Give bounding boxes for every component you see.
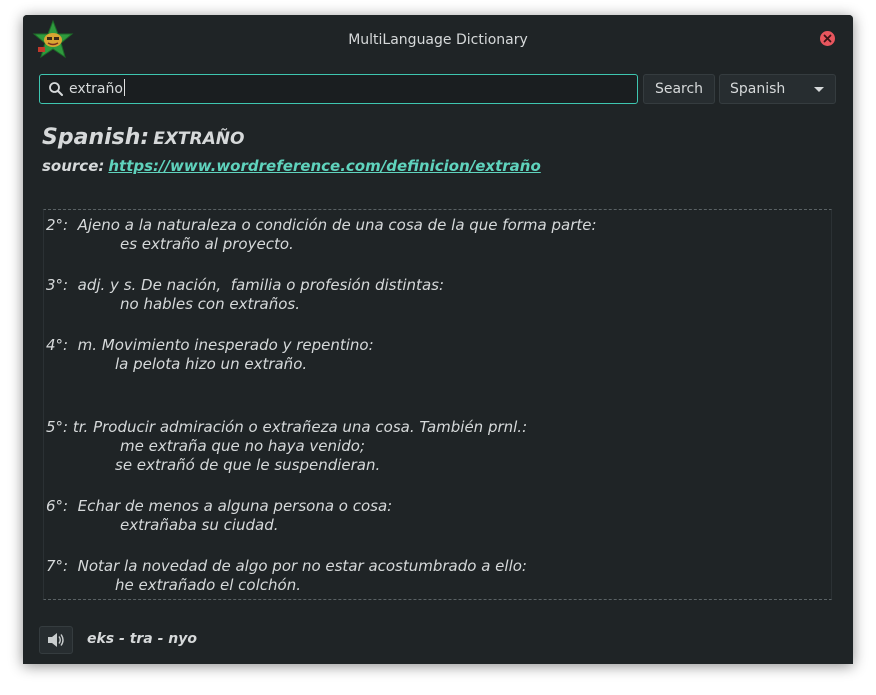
pronunciation-text: eks - tra - nyo: [87, 631, 198, 647]
search-icon: [49, 82, 63, 96]
definition-example: he extrañado el colchón.: [115, 576, 301, 594]
definition-line: 2°: Ajeno a la naturaleza o condición de…: [46, 216, 597, 234]
definition-example: extrañaba su ciudad.: [120, 516, 279, 534]
search-input[interactable]: extraño: [39, 74, 638, 104]
language-dropdown-value: Spanish: [730, 81, 786, 97]
window-title: MultiLanguage Dictionary: [348, 32, 528, 48]
result-heading: Spanish: EXTRAÑO: [42, 125, 244, 155]
definition-example: no hables con extraños.: [120, 295, 300, 313]
result-language-label: Spanish:: [42, 125, 150, 150]
source-link[interactable]: https://www.wordreference.com/definicion…: [108, 157, 540, 175]
chevron-down-icon: [814, 87, 824, 92]
source-label: source:: [42, 157, 105, 175]
language-dropdown[interactable]: Spanish: [719, 74, 836, 104]
definition-line: 5°: tr. Producir admiración o extrañeza …: [46, 418, 528, 436]
definition-line: 6°: Echar de menos a alguna persona o co…: [46, 497, 393, 515]
definition-line: 3°: adj. y s. De nación, familia o profe…: [46, 276, 444, 294]
close-button[interactable]: [820, 31, 835, 46]
definition-line: 7°: Notar la novedad de algo por no esta…: [46, 557, 527, 575]
search-field-value: extraño: [69, 79, 125, 97]
result-word: EXTRAÑO: [153, 129, 245, 149]
definition-line: 4°: m. Movimiento inesperado y repentino…: [46, 336, 374, 354]
title-bar[interactable]: MultiLanguage Dictionary: [23, 15, 853, 65]
definition-example: es extraño al proyecto.: [120, 235, 294, 253]
search-button[interactable]: Search: [643, 74, 715, 104]
speaker-icon: [48, 633, 64, 647]
result-source: source: https://www.wordreference.com/def…: [42, 157, 541, 179]
play-pronunciation-button[interactable]: [39, 626, 73, 654]
definition-example: la pelota hizo un extraño.: [115, 355, 308, 373]
definition-example: me extraña que no haya venido;: [120, 437, 365, 455]
close-icon: [823, 34, 832, 43]
definitions-panel[interactable]: 2°: Ajeno a la naturaleza o condición de…: [43, 209, 832, 600]
app-window: MultiLanguage Dictionary extraño Search …: [23, 15, 853, 664]
text-caret: [123, 79, 125, 96]
definition-example: se extrañó de que le suspendieran.: [115, 456, 381, 474]
